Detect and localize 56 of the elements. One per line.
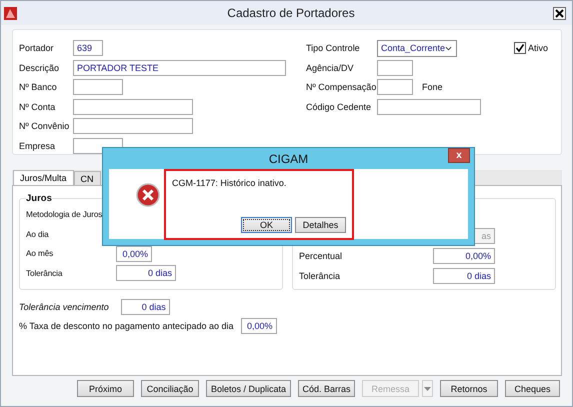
checkbox[interactable] bbox=[514, 42, 526, 54]
field-label: Percentual bbox=[299, 251, 342, 261]
field-label: Nº Compensação bbox=[306, 82, 377, 92]
field-label: Ao dia bbox=[26, 230, 50, 238]
action-button[interactable]: Conciliação bbox=[141, 380, 199, 397]
input-field[interactable]: 639 bbox=[73, 40, 103, 56]
caret-icon bbox=[424, 386, 431, 390]
group-title: Juros bbox=[26, 195, 52, 203]
field-label: Tipo Controle bbox=[306, 43, 361, 53]
field-label: Agência/DV bbox=[306, 62, 355, 73]
error-icon bbox=[136, 183, 160, 207]
input-field[interactable] bbox=[377, 98, 481, 115]
close-button[interactable]: x bbox=[448, 148, 470, 163]
input-field[interactable]: 0 dias bbox=[116, 265, 176, 281]
field-label: Tolerância bbox=[26, 268, 64, 278]
action-button[interactable]: Cód. Barras bbox=[298, 380, 355, 397]
field-label: Tolerância bbox=[299, 271, 340, 281]
field-label: Nº Conta bbox=[19, 102, 56, 112]
field-label: Fone bbox=[422, 82, 443, 92]
tab[interactable]: CN bbox=[74, 171, 101, 185]
dropdown[interactable]: Conta_Corrente bbox=[377, 40, 457, 56]
field-label: Código Cedente bbox=[306, 102, 372, 112]
field-label: Ao mês bbox=[26, 249, 54, 258]
action-button[interactable]: Próximo bbox=[77, 380, 134, 397]
field-label: % Taxa de desconto no pagamento antecipado ao dia bbox=[19, 321, 234, 331]
window-title: Cadastro de Portadores bbox=[226, 6, 356, 20]
field-label: Empresa bbox=[19, 140, 56, 151]
input-field[interactable]: 0,00% bbox=[116, 246, 152, 262]
error-message: CGM-1177: Histórico inativo. bbox=[172, 178, 286, 188]
field-label: Nº Convênio bbox=[19, 121, 70, 132]
chevron-down-icon bbox=[445, 46, 452, 50]
action-button[interactable]: Cheques bbox=[505, 380, 560, 397]
input-field[interactable]: 0 dias bbox=[120, 299, 170, 315]
field-label: Metodologia de Juros bbox=[26, 210, 104, 219]
field-label: Nº Banco bbox=[19, 82, 58, 92]
field-label: Tolerância vencimento bbox=[19, 302, 109, 312]
close-button[interactable] bbox=[553, 6, 566, 20]
input-field[interactable] bbox=[73, 118, 193, 134]
dialog-title: CIGAM bbox=[268, 152, 308, 166]
field-label: Descrição bbox=[19, 62, 60, 73]
checkbox-label: Ativo bbox=[528, 43, 548, 53]
action-button[interactable]: Boletos / Duplicata bbox=[206, 380, 291, 397]
input-field[interactable]: 0,00% bbox=[240, 318, 276, 334]
input-field[interactable]: 0 dias bbox=[433, 268, 495, 284]
dialog-button[interactable]: Detalhes bbox=[295, 217, 346, 233]
app-logo-icon bbox=[4, 6, 17, 20]
tab[interactable]: Juros/Multa bbox=[13, 170, 74, 185]
field-label: Portador bbox=[19, 43, 55, 53]
input-field[interactable]: PORTADOR TESTE bbox=[73, 60, 286, 76]
dialog-button[interactable]: OK bbox=[241, 217, 292, 233]
input-field[interactable] bbox=[377, 60, 413, 76]
action-button[interactable]: Retornos bbox=[440, 380, 498, 397]
input-field[interactable]: 0,00% bbox=[433, 248, 495, 264]
input-field[interactable] bbox=[73, 79, 123, 96]
input-field[interactable] bbox=[73, 98, 193, 115]
input-field[interactable] bbox=[377, 79, 413, 96]
